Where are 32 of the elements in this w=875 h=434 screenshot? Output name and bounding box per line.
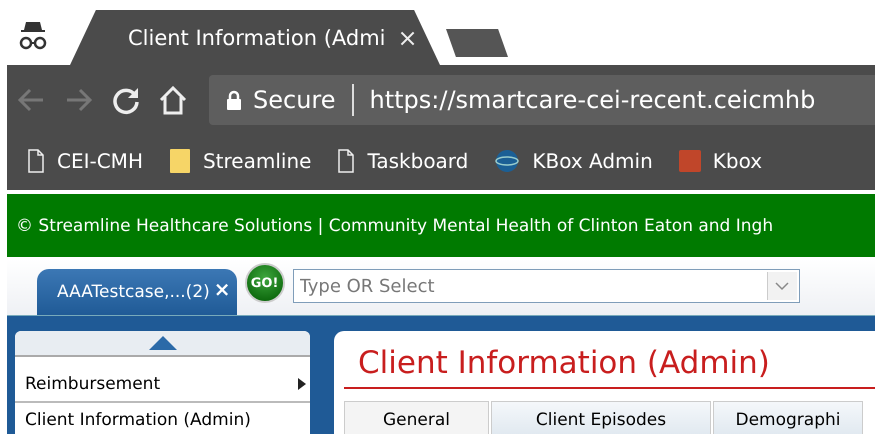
close-client-tab-button[interactable]: × — [214, 277, 231, 301]
page-tab[interactable]: General — [344, 401, 489, 434]
close-tab-button[interactable]: × — [398, 24, 418, 52]
client-tab[interactable]: AAATestcase,...(2) × — [37, 269, 237, 315]
security-label: Secure — [253, 86, 336, 114]
client-tab-label: AAATestcase,...(2) — [57, 282, 210, 302]
scroll-up-button[interactable] — [15, 331, 310, 357]
url-text: https://smartcare-cei-recent.ceicmhb — [370, 86, 816, 114]
dropdown-button[interactable] — [766, 272, 797, 300]
tab-title: Client Information (Admi — [128, 26, 386, 50]
bookmark[interactable]: CEI-CMH — [27, 149, 143, 173]
go-button[interactable]: GO! — [244, 263, 285, 303]
lock-icon — [225, 89, 243, 111]
browser-tab[interactable]: Client Information (Admi × — [70, 10, 440, 65]
page-icon — [337, 149, 356, 173]
bookmark[interactable]: Kbox — [678, 149, 762, 173]
page-icon — [27, 149, 45, 173]
bookmark[interactable]: KBox Admin — [494, 148, 653, 174]
tile-icon — [678, 150, 701, 172]
chevron-down-icon — [775, 281, 790, 291]
page-tab[interactable]: Demographi — [713, 401, 863, 434]
address-bar[interactable]: Secure https://smartcare-cei-recent.ceicmhb — [209, 75, 875, 125]
client-search-field[interactable]: Type OR Select — [292, 269, 800, 303]
banner-text: © Streamline Healthcare Solutions | Community Mental Health of Clinton Eaton and Ingh — [7, 194, 875, 257]
up-triangle-icon — [148, 336, 176, 350]
page-tab[interactable]: Client Episodes — [491, 401, 711, 434]
bookmark[interactable]: Taskboard — [337, 149, 468, 173]
folder-icon — [168, 148, 191, 174]
globe-icon — [494, 148, 520, 174]
home-icon — [157, 84, 189, 116]
page-title: Client Information (Admin) — [344, 345, 875, 389]
bookmark[interactable]: Streamline — [168, 148, 312, 174]
